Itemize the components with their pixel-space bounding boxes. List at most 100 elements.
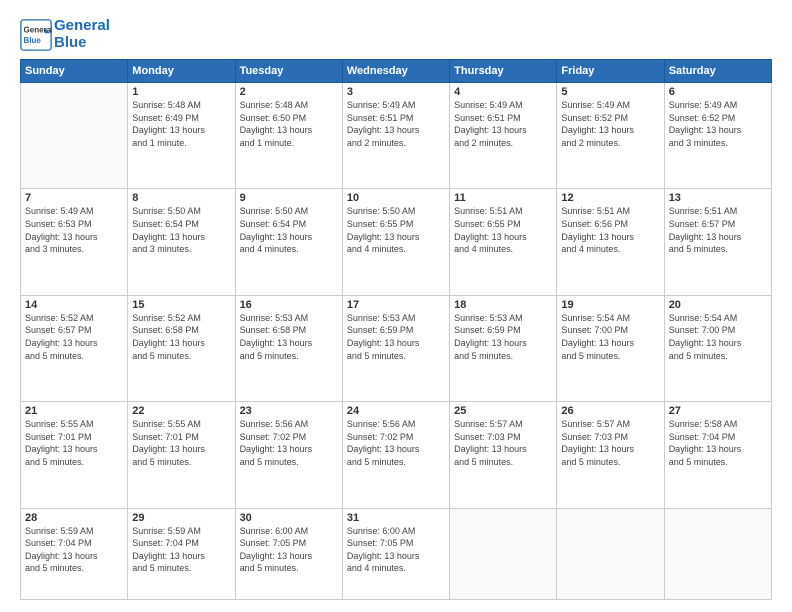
day-number: 15 [132, 299, 230, 311]
calendar-cell: 31Sunrise: 6:00 AM Sunset: 7:05 PM Dayli… [342, 508, 449, 599]
day-number: 18 [454, 299, 552, 311]
calendar-cell: 30Sunrise: 6:00 AM Sunset: 7:05 PM Dayli… [235, 508, 342, 599]
day-info: Sunrise: 5:58 AM Sunset: 7:04 PM Dayligh… [669, 418, 767, 468]
day-info: Sunrise: 5:55 AM Sunset: 7:01 PM Dayligh… [132, 418, 230, 468]
day-info: Sunrise: 5:52 AM Sunset: 6:58 PM Dayligh… [132, 312, 230, 362]
day-info: Sunrise: 5:57 AM Sunset: 7:03 PM Dayligh… [561, 418, 659, 468]
day-info: Sunrise: 5:56 AM Sunset: 7:02 PM Dayligh… [347, 418, 445, 468]
day-number: 9 [240, 192, 338, 204]
day-number: 24 [347, 405, 445, 417]
day-number: 17 [347, 299, 445, 311]
calendar-cell: 18Sunrise: 5:53 AM Sunset: 6:59 PM Dayli… [450, 295, 557, 401]
calendar-table: SundayMondayTuesdayWednesdayThursdayFrid… [20, 59, 772, 600]
calendar-week-row: 7Sunrise: 5:49 AM Sunset: 6:53 PM Daylig… [21, 189, 772, 295]
calendar-week-row: 14Sunrise: 5:52 AM Sunset: 6:57 PM Dayli… [21, 295, 772, 401]
weekday-header-tuesday: Tuesday [235, 60, 342, 83]
day-info: Sunrise: 5:49 AM Sunset: 6:51 PM Dayligh… [454, 99, 552, 149]
calendar-cell: 13Sunrise: 5:51 AM Sunset: 6:57 PM Dayli… [664, 189, 771, 295]
calendar-week-row: 21Sunrise: 5:55 AM Sunset: 7:01 PM Dayli… [21, 402, 772, 508]
calendar-week-row: 1Sunrise: 5:48 AM Sunset: 6:49 PM Daylig… [21, 83, 772, 189]
day-number: 19 [561, 299, 659, 311]
calendar-cell: 12Sunrise: 5:51 AM Sunset: 6:56 PM Dayli… [557, 189, 664, 295]
day-info: Sunrise: 5:50 AM Sunset: 6:55 PM Dayligh… [347, 205, 445, 255]
day-number: 25 [454, 405, 552, 417]
header: General Blue GeneralBlue [20, 18, 772, 51]
day-number: 27 [669, 405, 767, 417]
calendar-cell: 26Sunrise: 5:57 AM Sunset: 7:03 PM Dayli… [557, 402, 664, 508]
weekday-header-thursday: Thursday [450, 60, 557, 83]
day-info: Sunrise: 5:55 AM Sunset: 7:01 PM Dayligh… [25, 418, 123, 468]
calendar-cell [450, 508, 557, 599]
day-info: Sunrise: 5:56 AM Sunset: 7:02 PM Dayligh… [240, 418, 338, 468]
day-number: 13 [669, 192, 767, 204]
calendar-cell: 19Sunrise: 5:54 AM Sunset: 7:00 PM Dayli… [557, 295, 664, 401]
day-number: 31 [347, 512, 445, 524]
calendar-cell: 21Sunrise: 5:55 AM Sunset: 7:01 PM Dayli… [21, 402, 128, 508]
calendar-cell: 1Sunrise: 5:48 AM Sunset: 6:49 PM Daylig… [128, 83, 235, 189]
day-number: 23 [240, 405, 338, 417]
calendar-cell: 28Sunrise: 5:59 AM Sunset: 7:04 PM Dayli… [21, 508, 128, 599]
weekday-header-saturday: Saturday [664, 60, 771, 83]
day-info: Sunrise: 5:53 AM Sunset: 6:58 PM Dayligh… [240, 312, 338, 362]
day-number: 6 [669, 86, 767, 98]
day-number: 28 [25, 512, 123, 524]
day-info: Sunrise: 6:00 AM Sunset: 7:05 PM Dayligh… [347, 525, 445, 575]
calendar-cell: 16Sunrise: 5:53 AM Sunset: 6:58 PM Dayli… [235, 295, 342, 401]
day-info: Sunrise: 5:50 AM Sunset: 6:54 PM Dayligh… [240, 205, 338, 255]
calendar-cell [557, 508, 664, 599]
logo-icon: General Blue [20, 19, 52, 51]
day-info: Sunrise: 5:57 AM Sunset: 7:03 PM Dayligh… [454, 418, 552, 468]
calendar-cell: 20Sunrise: 5:54 AM Sunset: 7:00 PM Dayli… [664, 295, 771, 401]
weekday-header-wednesday: Wednesday [342, 60, 449, 83]
day-info: Sunrise: 6:00 AM Sunset: 7:05 PM Dayligh… [240, 525, 338, 575]
calendar-cell: 23Sunrise: 5:56 AM Sunset: 7:02 PM Dayli… [235, 402, 342, 508]
day-info: Sunrise: 5:51 AM Sunset: 6:56 PM Dayligh… [561, 205, 659, 255]
day-info: Sunrise: 5:48 AM Sunset: 6:50 PM Dayligh… [240, 99, 338, 149]
calendar-cell: 27Sunrise: 5:58 AM Sunset: 7:04 PM Dayli… [664, 402, 771, 508]
day-info: Sunrise: 5:49 AM Sunset: 6:52 PM Dayligh… [561, 99, 659, 149]
weekday-header-friday: Friday [557, 60, 664, 83]
calendar-cell: 8Sunrise: 5:50 AM Sunset: 6:54 PM Daylig… [128, 189, 235, 295]
day-number: 1 [132, 86, 230, 98]
day-number: 7 [25, 192, 123, 204]
calendar-cell: 25Sunrise: 5:57 AM Sunset: 7:03 PM Dayli… [450, 402, 557, 508]
day-info: Sunrise: 5:53 AM Sunset: 6:59 PM Dayligh… [347, 312, 445, 362]
calendar-cell: 4Sunrise: 5:49 AM Sunset: 6:51 PM Daylig… [450, 83, 557, 189]
day-number: 3 [347, 86, 445, 98]
day-number: 12 [561, 192, 659, 204]
day-number: 29 [132, 512, 230, 524]
calendar-cell: 2Sunrise: 5:48 AM Sunset: 6:50 PM Daylig… [235, 83, 342, 189]
calendar-cell: 5Sunrise: 5:49 AM Sunset: 6:52 PM Daylig… [557, 83, 664, 189]
day-info: Sunrise: 5:53 AM Sunset: 6:59 PM Dayligh… [454, 312, 552, 362]
day-number: 26 [561, 405, 659, 417]
calendar-cell: 7Sunrise: 5:49 AM Sunset: 6:53 PM Daylig… [21, 189, 128, 295]
day-info: Sunrise: 5:48 AM Sunset: 6:49 PM Dayligh… [132, 99, 230, 149]
day-info: Sunrise: 5:52 AM Sunset: 6:57 PM Dayligh… [25, 312, 123, 362]
calendar-cell: 22Sunrise: 5:55 AM Sunset: 7:01 PM Dayli… [128, 402, 235, 508]
day-number: 8 [132, 192, 230, 204]
day-info: Sunrise: 5:50 AM Sunset: 6:54 PM Dayligh… [132, 205, 230, 255]
day-info: Sunrise: 5:49 AM Sunset: 6:52 PM Dayligh… [669, 99, 767, 149]
day-info: Sunrise: 5:49 AM Sunset: 6:51 PM Dayligh… [347, 99, 445, 149]
day-number: 11 [454, 192, 552, 204]
day-info: Sunrise: 5:54 AM Sunset: 7:00 PM Dayligh… [561, 312, 659, 362]
calendar-cell [664, 508, 771, 599]
calendar-week-row: 28Sunrise: 5:59 AM Sunset: 7:04 PM Dayli… [21, 508, 772, 599]
day-number: 22 [132, 405, 230, 417]
day-number: 4 [454, 86, 552, 98]
calendar-cell: 14Sunrise: 5:52 AM Sunset: 6:57 PM Dayli… [21, 295, 128, 401]
calendar-cell [21, 83, 128, 189]
day-info: Sunrise: 5:54 AM Sunset: 7:00 PM Dayligh… [669, 312, 767, 362]
calendar-cell: 10Sunrise: 5:50 AM Sunset: 6:55 PM Dayli… [342, 189, 449, 295]
day-number: 2 [240, 86, 338, 98]
day-number: 21 [25, 405, 123, 417]
day-info: Sunrise: 5:49 AM Sunset: 6:53 PM Dayligh… [25, 205, 123, 255]
weekday-header-sunday: Sunday [21, 60, 128, 83]
svg-text:Blue: Blue [24, 36, 42, 45]
calendar-cell: 15Sunrise: 5:52 AM Sunset: 6:58 PM Dayli… [128, 295, 235, 401]
calendar-cell: 29Sunrise: 5:59 AM Sunset: 7:04 PM Dayli… [128, 508, 235, 599]
day-number: 14 [25, 299, 123, 311]
calendar-cell: 9Sunrise: 5:50 AM Sunset: 6:54 PM Daylig… [235, 189, 342, 295]
day-number: 30 [240, 512, 338, 524]
day-info: Sunrise: 5:51 AM Sunset: 6:55 PM Dayligh… [454, 205, 552, 255]
